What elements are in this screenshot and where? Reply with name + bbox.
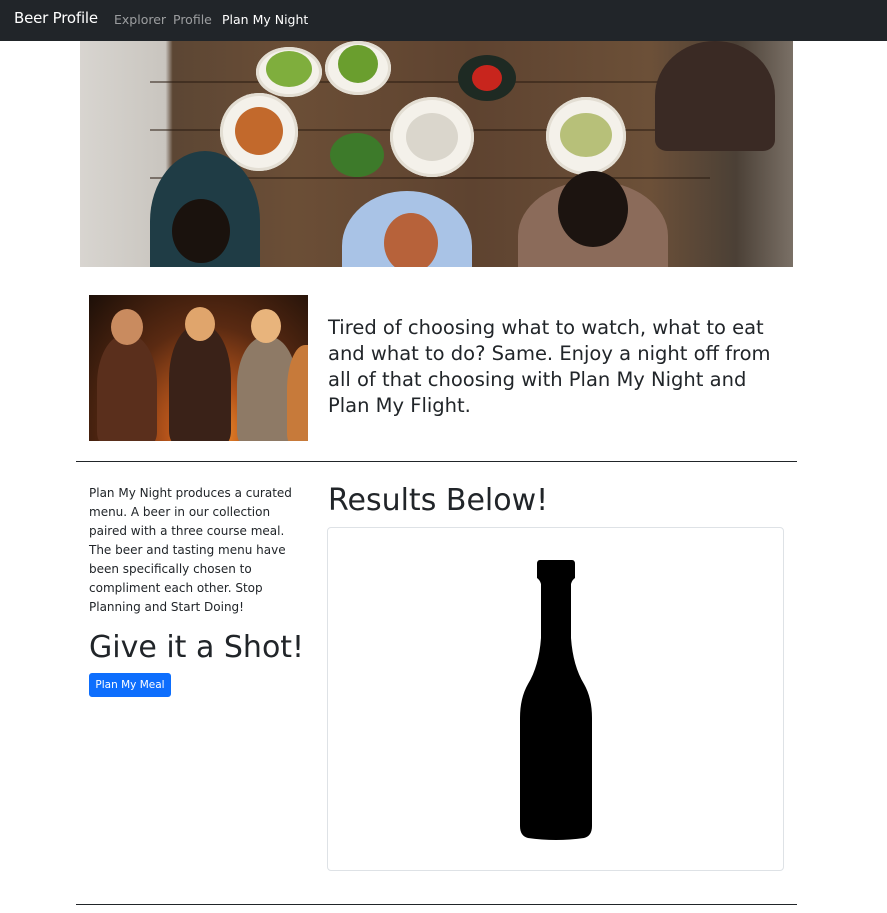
intro-text: Tired of choosing what to watch, what to… (328, 316, 771, 417)
plan-my-meal-button[interactable]: Plan My Meal (89, 673, 171, 697)
plan-description: Plan My Night produces a curated menu. A… (89, 486, 292, 614)
divider-top (76, 461, 797, 462)
give-it-a-shot-heading: Give it a Shot! (89, 630, 305, 665)
nav-link-profile[interactable]: Profile (173, 12, 212, 27)
nav-link-plan-my-night[interactable]: Plan My Night (222, 12, 308, 27)
hero-image (80, 41, 793, 267)
results-card (327, 527, 784, 871)
nav-link-explorer[interactable]: Explorer (114, 12, 166, 27)
campfire-photo (89, 295, 308, 441)
navbar-brand[interactable]: Beer Profile (14, 9, 98, 27)
navbar: Beer Profile Explorer Profile Plan My Ni… (0, 0, 887, 41)
results-heading: Results Below! (328, 483, 549, 518)
beer-bottle-icon (520, 560, 592, 840)
divider-bottom (76, 904, 797, 905)
